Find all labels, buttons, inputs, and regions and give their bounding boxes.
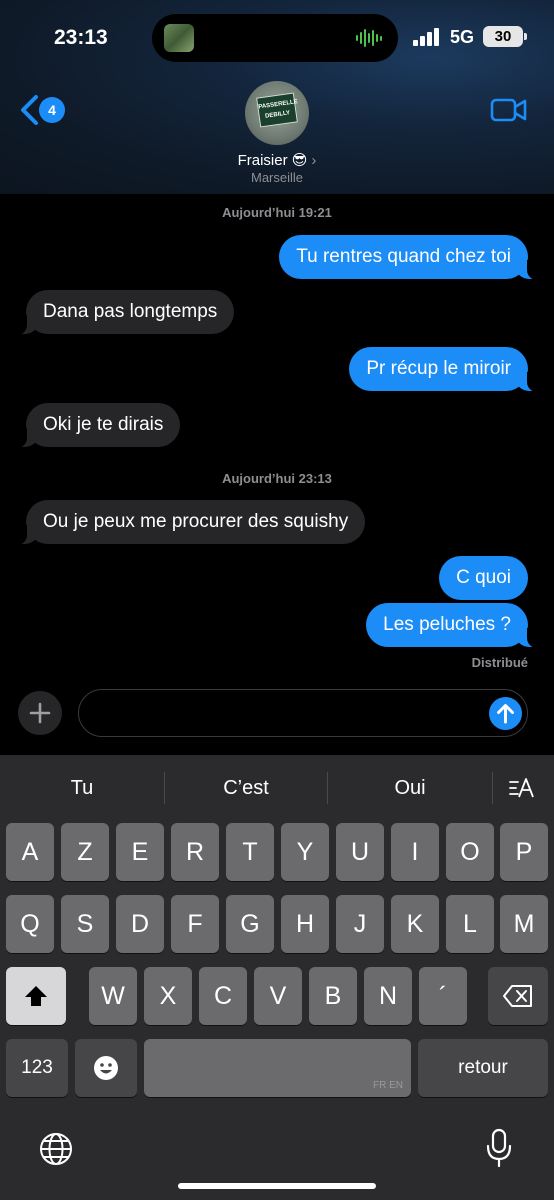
message-text: Les peluches ? [383,614,511,635]
timestamp: Aujourd’hui 23:13 [222,471,332,486]
key-q[interactable]: Q [6,895,54,953]
numbers-key[interactable]: 123 [6,1039,68,1097]
message-bubble-outgoing[interactable]: Pr récup le miroir [349,347,539,392]
microphone-icon[interactable] [486,1128,512,1168]
plus-icon [29,702,51,724]
send-button[interactable] [489,697,522,730]
key-m[interactable]: M [500,895,548,953]
unread-badge: 4 [39,97,65,123]
message-text: C quoi [456,567,511,588]
contact-name-label: Fraisier 😎 [237,152,308,169]
conversation-header: 23:13 5G 30 4 PASSERELLE DEBILLY Fraisie… [0,0,554,194]
suggestion-divider [492,772,493,804]
audio-waveform-icon [356,29,382,47]
delivery-status: Distribué [471,655,528,670]
key-w[interactable]: W [89,967,137,1025]
network-type: 5G [450,27,475,47]
timestamp: Aujourd’hui 19:21 [222,205,332,220]
contact-name[interactable]: Fraisier 😎 › [0,151,554,169]
message-bubble-incoming[interactable]: Oki je te dirais [14,403,181,448]
shift-key[interactable] [6,967,66,1025]
contact-subtitle: Marseille [250,170,303,185]
key-b[interactable]: B [309,967,357,1025]
key-s[interactable]: S [61,895,109,953]
suggestion[interactable]: C’est [165,755,327,821]
message-bubble-outgoing[interactable]: Les peluches ? [366,603,539,648]
return-key[interactable]: retour [418,1039,548,1097]
add-attachment-button[interactable] [18,691,62,735]
key-r[interactable]: R [171,823,219,881]
home-indicator[interactable] [178,1183,376,1189]
shift-arrow-icon [25,986,47,1006]
key-z[interactable]: Z [61,823,109,881]
dynamic-island[interactable] [152,14,398,62]
message-text: Dana pas longtemps [43,301,218,322]
message-text: Tu rentres quand chez toi [296,246,511,267]
chevron-right-icon: › [311,152,317,169]
message-bubble-incoming[interactable]: Dana pas longtemps [14,290,235,335]
key-h[interactable]: H [281,895,329,953]
key-t[interactable]: T [226,823,274,881]
send-arrow-icon [497,704,514,724]
suggestion[interactable]: Oui [328,755,492,821]
contact-avatar[interactable]: PASSERELLE DEBILLY [245,81,309,145]
delete-key[interactable] [488,967,548,1025]
backspace-icon [503,985,532,1007]
key-o[interactable]: O [446,823,494,881]
key-a[interactable]: A [6,823,54,881]
key-y[interactable]: Y [281,823,329,881]
now-playing-artwork [164,24,194,52]
video-call-icon[interactable] [490,96,528,124]
keyboard: Tu C’est Oui A Z E R T Y U I O P Q S D F… [0,755,554,1200]
battery-icon: 30 [483,26,527,47]
cellular-signal-icon [413,28,441,46]
space-bar[interactable]: FR EN [144,1039,411,1097]
key-e[interactable]: E [116,823,164,881]
key-g[interactable]: G [226,895,274,953]
key-acute-accent[interactable]: ´ [419,967,467,1025]
emoji-icon [94,1056,118,1080]
key-c[interactable]: C [199,967,247,1025]
key-n[interactable]: N [364,967,412,1025]
key-p[interactable]: P [500,823,548,881]
text-format-icon[interactable] [508,776,536,800]
message-input[interactable] [78,689,528,737]
key-f[interactable]: F [171,895,219,953]
message-text: Ou je peux me procurer des squishy [43,511,349,532]
avatar-sign: PASSERELLE DEBILLY [256,92,298,128]
suggestion[interactable]: Tu [0,755,164,821]
globe-icon[interactable] [38,1131,74,1167]
key-i[interactable]: I [391,823,439,881]
chevron-left-icon [21,95,38,125]
key-d[interactable]: D [116,895,164,953]
message-text: Pr récup le miroir [366,358,511,379]
key-v[interactable]: V [254,967,302,1025]
status-time: 23:13 [54,26,108,49]
key-x[interactable]: X [144,967,192,1025]
message-bubble-outgoing[interactable]: C quoi [439,556,528,600]
message-bubble-outgoing[interactable]: Tu rentres quand chez toi [279,235,539,280]
key-u[interactable]: U [336,823,384,881]
battery-level: 30 [494,28,512,45]
emoji-key[interactable] [75,1039,137,1097]
message-bubble-incoming[interactable]: Ou je peux me procurer des squishy [14,500,366,545]
back-button[interactable]: 4 [18,90,78,130]
message-text: Oki je te dirais [43,414,164,435]
key-j[interactable]: J [336,895,384,953]
key-l[interactable]: L [446,895,494,953]
key-k[interactable]: K [391,895,439,953]
keyboard-languages: FR EN [373,1080,403,1091]
